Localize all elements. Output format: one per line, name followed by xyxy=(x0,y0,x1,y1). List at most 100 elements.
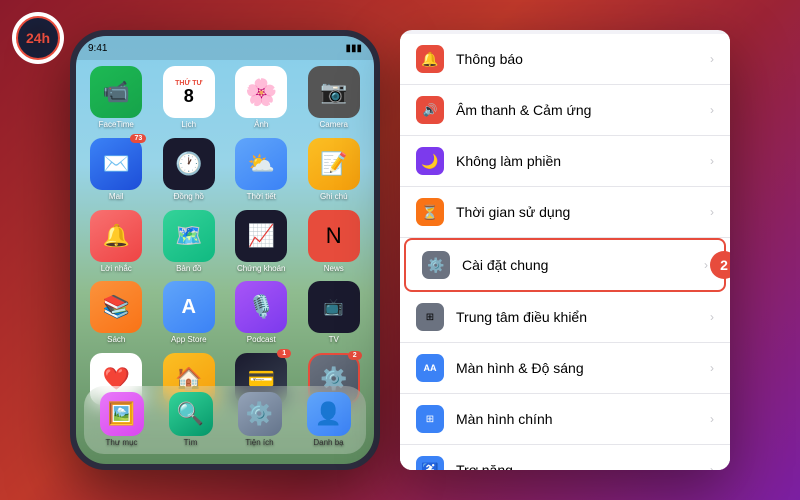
settings-icon-dnd: 🌙 xyxy=(416,147,444,175)
settings-chevron-notification: › xyxy=(710,52,714,66)
app-books-icon: 📚 xyxy=(90,281,142,333)
settings-item-accessibility[interactable]: ♿ Trợ năng › xyxy=(400,445,730,470)
dock-find-wrap[interactable]: 🔍 Tìm xyxy=(159,392,222,448)
settings-item-sound[interactable]: 🔊 Âm thanh & Cảm ứng › xyxy=(400,85,730,136)
logo-badge: 24h xyxy=(12,12,64,64)
app-clock-icon: 🕐 xyxy=(163,138,215,190)
settings-label-notification: Thông báo xyxy=(456,51,710,67)
settings-label-screentime: Thời gian sử dụng xyxy=(456,204,710,220)
app-facetime-icon: 📹 xyxy=(90,66,142,118)
settings-icon-homescreen: ⊞ xyxy=(416,405,444,433)
app-photos-wrap[interactable]: 🌸 Ảnh xyxy=(229,66,294,130)
settings-item-controlcenter[interactable]: ⊞ Trung tâm điều khiển › xyxy=(400,292,730,343)
app-weather-wrap[interactable]: ⛅ Thời tiết xyxy=(229,138,294,202)
settings-icon-screentime: ⏳ xyxy=(416,198,444,226)
dock-utilities-label: Tiện ích xyxy=(245,439,273,448)
app-appstore-icon: A xyxy=(163,281,215,333)
settings-icon-display: AA xyxy=(416,354,444,382)
settings-panel: 🔔 Thông báo › 🔊 Âm thanh & Cảm ứng › 🌙 K… xyxy=(400,30,730,470)
dock-photos-wrap[interactable]: 🖼️ Thư mục xyxy=(90,392,153,448)
app-maps-icon: 🗺️ xyxy=(163,210,215,262)
dock: 🖼️ Thư mục 🔍 Tìm ⚙️ Tiện ích 👤 Danh bạ xyxy=(84,386,366,454)
app-maps-wrap[interactable]: 🗺️ Bản đồ xyxy=(157,210,222,274)
app-appstore-wrap[interactable]: A App Store xyxy=(157,281,222,345)
settings-item-homescreen[interactable]: ⊞ Màn hình chính › xyxy=(400,394,730,445)
settings-icon-accessibility: ♿ xyxy=(416,456,444,470)
app-weather-label: Thời tiết xyxy=(247,193,276,202)
settings-item-dnd[interactable]: 🌙 Không làm phiền › xyxy=(400,136,730,187)
settings-chevron-accessibility: › xyxy=(710,463,714,470)
app-news-label: News xyxy=(324,265,344,274)
app-camera-label: Camera xyxy=(320,121,348,130)
step-badge-2: 2 xyxy=(710,251,730,279)
app-calendar-wrap[interactable]: THỨ TƯ 8 Lịch xyxy=(157,66,222,130)
app-wallet-badge: 1 xyxy=(277,349,291,358)
settings-chevron-controlcenter: › xyxy=(710,310,714,324)
app-clock-label: Đồng hồ xyxy=(174,193,204,202)
status-bar: 9:41 ▮▮▮ xyxy=(76,36,374,60)
app-podcasts-wrap[interactable]: 🎙️ Podcast xyxy=(229,281,294,345)
dock-contacts-icon: 👤 xyxy=(307,392,351,436)
settings-item-general[interactable]: ⚙️ Cài đặt chung › 2 xyxy=(404,238,726,292)
app-mail-label: Mail xyxy=(109,193,124,202)
dock-utilities-wrap[interactable]: ⚙️ Tiện ích xyxy=(228,392,291,448)
settings-label-controlcenter: Trung tâm điều khiển xyxy=(456,309,710,325)
status-time: 9:41 xyxy=(88,43,107,54)
app-facetime-wrap[interactable]: 📹 FaceTime xyxy=(84,66,149,130)
dock-find-label: Tìm xyxy=(184,439,198,448)
app-weather-icon: ⛅ xyxy=(235,138,287,190)
app-tv-wrap[interactable]: 📺 TV xyxy=(302,281,367,345)
settings-panel-wrapper: 🔔 Thông báo › 🔊 Âm thanh & Cảm ứng › 🌙 K… xyxy=(400,30,730,470)
app-stocks-wrap[interactable]: 📈 Chứng khoán xyxy=(229,210,294,274)
settings-item-notification[interactable]: 🔔 Thông báo › xyxy=(400,34,730,85)
settings-icon-sound: 🔊 xyxy=(416,96,444,124)
app-appstore-label: App Store xyxy=(171,336,207,345)
app-podcasts-icon: 🎙️ xyxy=(235,281,287,333)
app-podcasts-label: Podcast xyxy=(247,336,276,345)
app-photos-icon: 🌸 xyxy=(235,66,287,118)
settings-label-homescreen: Màn hình chính xyxy=(456,411,710,427)
app-mail-wrap[interactable]: ✉️ 73 Mail xyxy=(84,138,149,202)
settings-icon-notification: 🔔 xyxy=(416,45,444,73)
dock-find-icon: 🔍 xyxy=(169,392,213,436)
app-maps-label: Bản đồ xyxy=(176,265,201,274)
settings-label-accessibility: Trợ năng xyxy=(456,462,710,470)
app-notes-icon: 📝 xyxy=(308,138,360,190)
settings-chevron-dnd: › xyxy=(710,154,714,168)
settings-icon-controlcenter: ⊞ xyxy=(416,303,444,331)
app-reminders-wrap[interactable]: 🔔 Lời nhắc xyxy=(84,210,149,274)
app-books-wrap[interactable]: 📚 Sách xyxy=(84,281,149,345)
app-news-icon: N xyxy=(308,210,360,262)
app-tv-label: TV xyxy=(329,336,339,345)
app-stocks-label: Chứng khoán xyxy=(237,265,286,274)
phone-screen: 9:41 ▮▮▮ 📹 FaceTime THỨ TƯ 8 Lịch xyxy=(76,36,374,464)
app-calendar-icon: THỨ TƯ 8 xyxy=(163,66,215,118)
dock-contacts-label: Danh bạ xyxy=(313,439,343,448)
app-camera-wrap[interactable]: 📷 Camera xyxy=(302,66,367,130)
app-mail-icon: ✉️ 73 xyxy=(90,138,142,190)
settings-chevron-screentime: › xyxy=(710,205,714,219)
app-notes-wrap[interactable]: 📝 Ghi chú xyxy=(302,138,367,202)
app-clock-wrap[interactable]: 🕐 Đồng hồ xyxy=(157,138,222,202)
app-reminders-label: Lời nhắc xyxy=(101,265,132,274)
app-facetime-label: FaceTime xyxy=(99,121,134,130)
app-reminders-icon: 🔔 xyxy=(90,210,142,262)
app-news-wrap[interactable]: N News xyxy=(302,210,367,274)
settings-item-display[interactable]: AA Màn hình & Độ sáng › xyxy=(400,343,730,394)
app-photos-label: Ảnh xyxy=(254,121,268,130)
app-grid: 📹 FaceTime THỨ TƯ 8 Lịch 🌸 Ảnh xyxy=(76,60,374,423)
status-battery: ▮▮▮ xyxy=(345,43,362,54)
dock-contacts-wrap[interactable]: 👤 Danh bạ xyxy=(297,392,360,448)
app-stocks-icon: 📈 xyxy=(235,210,287,262)
app-calendar-label: Lịch xyxy=(181,121,196,130)
settings-item-screentime[interactable]: ⏳ Thời gian sử dụng › xyxy=(400,187,730,238)
settings-chevron-homescreen: › xyxy=(710,412,714,426)
app-settings-badge: 2 xyxy=(348,351,362,360)
dock-photos-icon: 🖼️ xyxy=(100,392,144,436)
main-container: 9:41 ▮▮▮ 📹 FaceTime THỨ TƯ 8 Lịch xyxy=(70,30,730,470)
settings-label-dnd: Không làm phiền xyxy=(456,153,710,169)
dock-photos-label: Thư mục xyxy=(105,439,137,448)
app-tv-icon: 📺 xyxy=(308,281,360,333)
settings-label-display: Màn hình & Độ sáng xyxy=(456,360,710,376)
settings-label-general: Cài đặt chung xyxy=(462,257,704,273)
